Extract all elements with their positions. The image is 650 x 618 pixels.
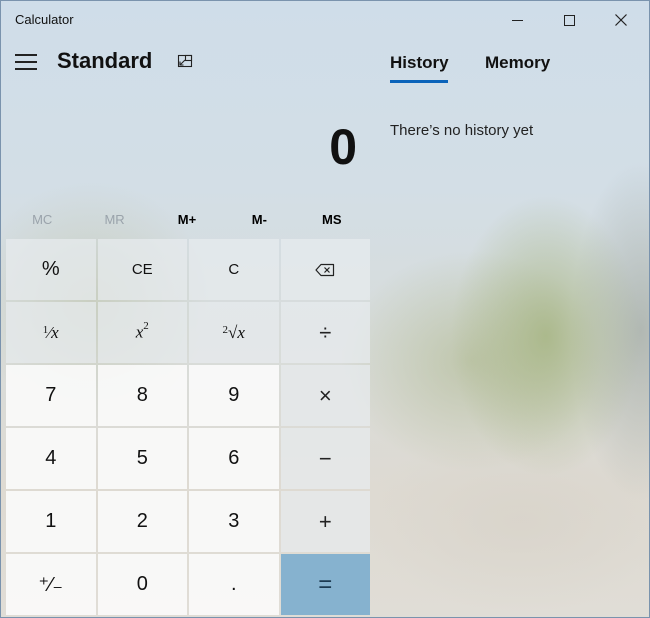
root-index: 2 bbox=[222, 323, 229, 336]
close-icon bbox=[615, 14, 627, 26]
plus-button[interactable]: + bbox=[280, 491, 370, 552]
keep-on-top-icon bbox=[177, 54, 193, 68]
divide-button[interactable]: ÷ bbox=[280, 302, 370, 363]
square-root-variable: x bbox=[237, 322, 245, 342]
square-button[interactable]: x2 bbox=[97, 302, 187, 363]
close-button[interactable] bbox=[595, 1, 647, 39]
calculator-window: Calculator Standard 0 MC MR M+ M- MS % C… bbox=[0, 0, 650, 618]
memory-bar: MC MR M+ M- MS bbox=[6, 201, 368, 237]
hamburger-icon-line bbox=[15, 68, 37, 70]
reciprocal-button[interactable]: 1⁄x bbox=[6, 302, 96, 363]
digit-0-button[interactable]: 0 bbox=[97, 554, 187, 615]
tab-memory[interactable]: Memory bbox=[485, 53, 550, 73]
clear-button[interactable]: C bbox=[189, 239, 279, 300]
digit-6-button[interactable]: 6 bbox=[189, 428, 279, 489]
decimal-button[interactable]: . bbox=[189, 554, 279, 615]
square-root-button[interactable]: 2√x bbox=[189, 302, 279, 363]
hamburger-icon-line bbox=[15, 61, 37, 63]
negate-button[interactable]: ⁺⁄₋ bbox=[6, 554, 96, 615]
digit-7-button[interactable]: 7 bbox=[6, 365, 96, 426]
hamburger-icon bbox=[15, 54, 37, 56]
memory-recall-button[interactable]: MR bbox=[78, 201, 150, 237]
result-display: 0 bbox=[329, 119, 357, 175]
reciprocal-label: 1⁄x bbox=[42, 322, 59, 342]
reciprocal-numerator: 1 bbox=[42, 323, 49, 336]
digit-9-button[interactable]: 9 bbox=[189, 365, 279, 426]
app-title: Calculator bbox=[15, 12, 74, 27]
maximize-icon bbox=[563, 14, 575, 26]
minimize-icon bbox=[511, 19, 523, 21]
page-title: Standard bbox=[57, 48, 153, 73]
digit-4-button[interactable]: 4 bbox=[6, 428, 96, 489]
digit-5-button[interactable]: 5 bbox=[97, 428, 187, 489]
navigation-menu-button[interactable] bbox=[15, 54, 37, 70]
keep-on-top-button[interactable] bbox=[173, 51, 199, 73]
backspace-button[interactable] bbox=[280, 239, 370, 300]
maximize-button[interactable] bbox=[543, 1, 595, 39]
memory-add-button[interactable]: M+ bbox=[151, 201, 223, 237]
active-tab-indicator bbox=[390, 80, 448, 83]
keypad: % CE C 1⁄x x2 2√x ÷ 7 8 9 × 4 5 6 − 1 2 … bbox=[6, 239, 370, 615]
history-empty-message: There’s no history yet bbox=[390, 122, 534, 139]
tab-history[interactable]: History bbox=[390, 53, 449, 73]
multiply-button[interactable]: × bbox=[280, 365, 370, 426]
minimize-button[interactable] bbox=[491, 1, 543, 39]
square-root-label: 2√x bbox=[222, 322, 245, 342]
reciprocal-variable: x bbox=[51, 322, 59, 342]
digit-3-button[interactable]: 3 bbox=[189, 491, 279, 552]
equals-button[interactable]: = bbox=[280, 554, 370, 615]
clear-entry-button[interactable]: CE bbox=[97, 239, 187, 300]
percent-button[interactable]: % bbox=[6, 239, 96, 300]
square-exponent: 2 bbox=[143, 320, 149, 333]
digit-8-button[interactable]: 8 bbox=[97, 365, 187, 426]
memory-clear-button[interactable]: MC bbox=[6, 201, 78, 237]
title-bar: Calculator bbox=[1, 1, 649, 39]
memory-store-button[interactable]: MS bbox=[296, 201, 368, 237]
backspace-icon bbox=[315, 263, 335, 276]
digit-2-button[interactable]: 2 bbox=[97, 491, 187, 552]
memory-subtract-button[interactable]: M- bbox=[223, 201, 295, 237]
square-label: x2 bbox=[136, 320, 149, 343]
minus-button[interactable]: − bbox=[280, 428, 370, 489]
digit-1-button[interactable]: 1 bbox=[6, 491, 96, 552]
